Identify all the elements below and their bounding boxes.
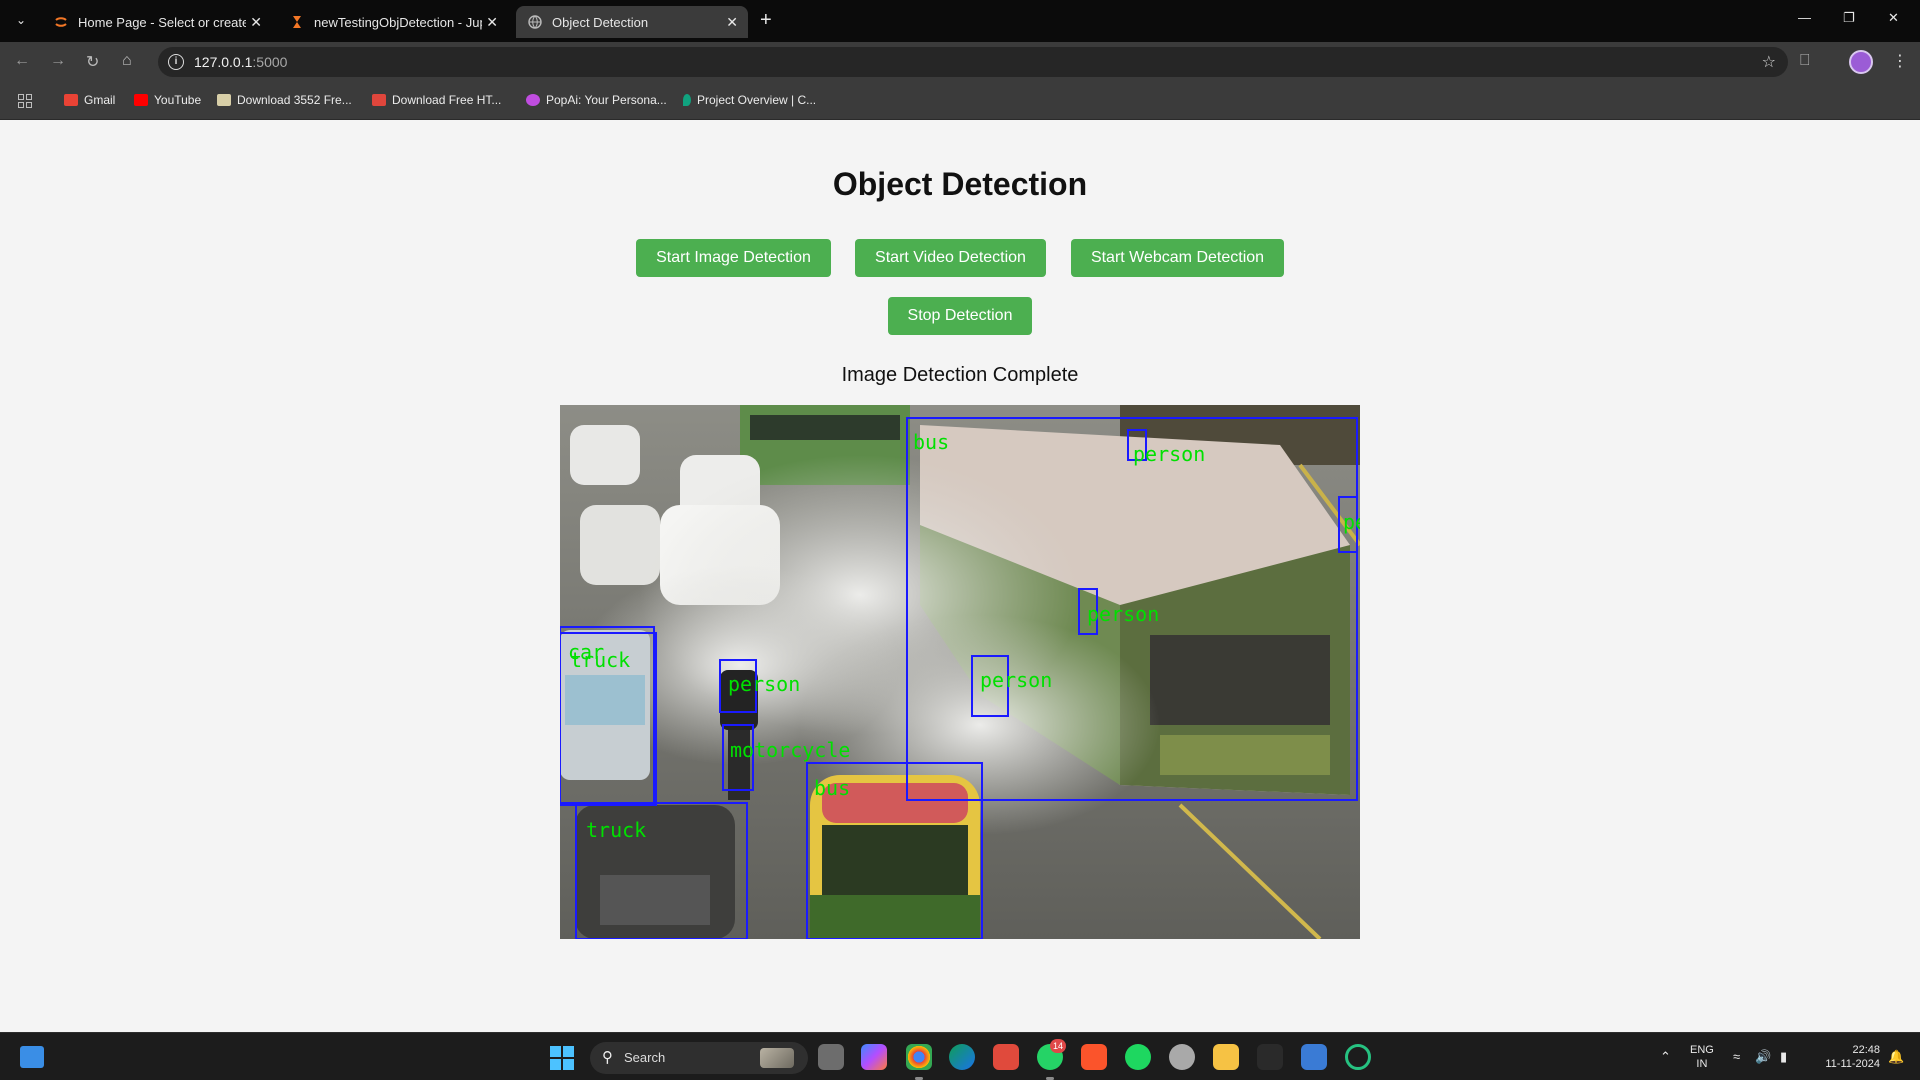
chrome-icon[interactable] (906, 1044, 932, 1080)
detection-person-5: person (719, 659, 800, 713)
start-windows-icon[interactable] (550, 1046, 574, 1070)
window-close-icon[interactable]: ✕ (1888, 10, 1899, 26)
detection-label: truck (570, 648, 630, 672)
widgets-icon[interactable] (20, 1046, 44, 1068)
detection-truck-2: truck (575, 802, 748, 939)
detection-result-image: bus person person person person car (560, 405, 1360, 939)
minimize-icon[interactable]: — (1798, 10, 1811, 25)
tab-jupyter-notebook[interactable]: newTestingObjDetection - Jupyter ✕ (278, 6, 508, 38)
restore-icon[interactable]: ❐ (1843, 10, 1855, 26)
apps-grid-icon[interactable] (18, 94, 32, 108)
volume-icon[interactable]: 🔊 (1755, 1049, 1771, 1065)
clock[interactable]: 22:48 11-11-2024 (1808, 1043, 1880, 1071)
taskbar-search[interactable]: ⚲ Search (590, 1042, 808, 1074)
detection-person-3: person (1078, 588, 1159, 635)
detection-label: person (1133, 442, 1205, 466)
detection-label: bus (913, 430, 949, 454)
bookmark-popai[interactable]: PopAi: Your Persona... (526, 93, 667, 107)
microsoft-store-icon[interactable] (1301, 1044, 1327, 1070)
popai-icon (526, 94, 540, 106)
language-indicator[interactable]: ENG IN (1690, 1043, 1714, 1071)
detection-person-2: person (1338, 496, 1360, 553)
copilot-icon[interactable] (861, 1044, 887, 1070)
start-image-detection-button[interactable]: Start Image Detection (636, 239, 831, 277)
brave-icon[interactable] (1081, 1044, 1107, 1070)
file-explorer-icon[interactable] (1213, 1044, 1239, 1070)
back-arrow-icon[interactable]: ← (14, 52, 30, 70)
tab-title: newTestingObjDetection - Jupyter (314, 14, 482, 30)
blank-app-icon[interactable] (1257, 1044, 1283, 1070)
graduation-cap-icon (760, 1048, 794, 1068)
spotify-icon[interactable] (1125, 1044, 1151, 1070)
menu-kebab-icon[interactable]: ⋮ (1892, 51, 1908, 71)
notification-bell-icon[interactable]: 🔔 (1888, 1049, 1904, 1065)
tab-search-chevron-icon[interactable]: ⌄ (10, 9, 32, 31)
leaf-icon (683, 94, 691, 106)
detection-status: Image Detection Complete (841, 364, 1079, 386)
reload-icon[interactable]: ↻ (86, 52, 99, 72)
search-icon: ⚲ (602, 1049, 613, 1066)
detection-label: motorcycle (730, 738, 850, 762)
tab-title: Home Page - Select or create a (78, 14, 246, 30)
detection-label: bus (814, 776, 850, 800)
address-bar[interactable]: i 127.0.0.1:5000 ☆ (158, 47, 1788, 77)
bookmark-download-free-html[interactable]: Download Free HT... (372, 93, 501, 107)
wps-office-icon[interactable] (993, 1044, 1019, 1070)
windows-taskbar: ⚲ Search 14 ⌃ ENG IN ≈ 🔊 ▮ 22:48 11-11-2… (0, 1032, 1920, 1080)
new-tab-plus-icon[interactable]: + (760, 9, 772, 31)
show-hidden-icons-chevron-icon[interactable]: ⌃ (1660, 1049, 1671, 1065)
bookmark-star-icon[interactable]: ☆ (1762, 52, 1776, 72)
hourglass-favicon-icon (293, 16, 301, 28)
detection-label: truck (586, 818, 646, 842)
wifi-icon[interactable]: ≈ (1733, 1049, 1740, 1064)
bookmark-gmail[interactable]: Gmail (64, 93, 115, 107)
tab-object-detection[interactable]: Object Detection ✕ (516, 6, 748, 38)
stop-detection-button[interactable]: Stop Detection (888, 297, 1032, 335)
tab-close-icon[interactable]: ✕ (486, 14, 498, 31)
extensions-puzzle-icon[interactable]: ⎕ (1800, 52, 1810, 70)
database-icon[interactable] (1169, 1044, 1195, 1070)
youtube-icon (134, 94, 148, 106)
browser-tab-strip: ⌄ Home Page - Select or create a ✕ newTe… (0, 0, 1920, 42)
globe-favicon-icon (528, 15, 542, 29)
site-info-icon[interactable]: i (168, 54, 184, 70)
search-label: Search (624, 1050, 666, 1065)
bookmark-favicon-icon (217, 94, 231, 106)
tab-home-page[interactable]: Home Page - Select or create a ✕ (42, 6, 272, 38)
detection-truck-1: truck (560, 632, 657, 806)
detection-label: person (1087, 602, 1159, 626)
tab-title: Object Detection (552, 14, 649, 30)
browser-toolbar: ← → ↻ ⌂ i 127.0.0.1:5000 ☆ ⎕ ⋮ (0, 42, 1920, 82)
detection-person-4: person (971, 655, 1052, 717)
forward-arrow-icon[interactable]: → (50, 52, 66, 70)
gmail-icon (64, 94, 78, 106)
tab-close-icon[interactable]: ✕ (726, 14, 738, 31)
detection-label: person (1343, 510, 1360, 534)
detection-label: person (728, 672, 800, 696)
start-webcam-detection-button[interactable]: Start Webcam Detection (1071, 239, 1284, 277)
bookmarks-bar: Gmail YouTube Download 3552 Fre... Downl… (0, 82, 1920, 120)
jupyter-favicon-icon (55, 17, 67, 27)
home-icon[interactable]: ⌂ (122, 52, 132, 70)
bookmark-youtube[interactable]: YouTube (134, 93, 201, 107)
detection-label: person (980, 668, 1052, 692)
page-title: Object Detection (832, 166, 1088, 202)
bookmark-favicon-icon (372, 94, 386, 106)
start-video-detection-button[interactable]: Start Video Detection (855, 239, 1046, 277)
task-view-icon[interactable] (818, 1044, 844, 1070)
notification-badge: 14 (1050, 1039, 1066, 1053)
url-text: 127.0.0.1:5000 (194, 54, 288, 70)
profile-avatar[interactable] (1849, 50, 1873, 74)
detection-bus-2: bus (806, 762, 983, 939)
page-content: Object Detection Start Image Detection S… (0, 120, 1920, 1032)
bookmark-download-3552[interactable]: Download 3552 Fre... (217, 93, 352, 107)
bookmark-project-overview[interactable]: Project Overview | C... (683, 93, 816, 107)
detection-overlay: bus person person person person car (560, 417, 1360, 939)
detection-person-1: person (1127, 429, 1205, 466)
loading-circle-icon[interactable] (1345, 1044, 1371, 1070)
edge-icon[interactable] (949, 1044, 975, 1070)
tab-close-icon[interactable]: ✕ (250, 14, 262, 31)
battery-icon[interactable]: ▮ (1780, 1049, 1787, 1065)
